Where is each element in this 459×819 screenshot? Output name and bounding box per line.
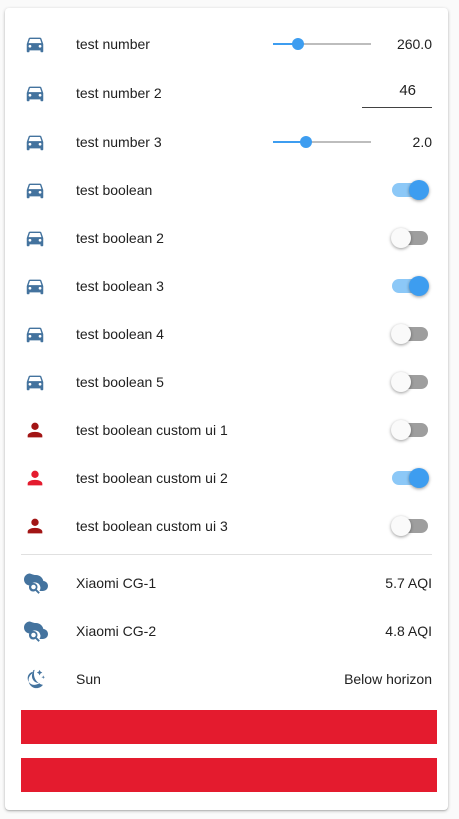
- entity-label: test boolean 3: [76, 278, 164, 294]
- toggle-switch[interactable]: [391, 420, 428, 440]
- entity-row-test-boolean[interactable]: test boolean: [21, 170, 432, 210]
- entity-row-test-number-2[interactable]: test number 2 46: [21, 73, 432, 113]
- entity-label: test boolean 5: [76, 374, 164, 390]
- entity-row-test-number-3[interactable]: test number 3 2.0: [21, 122, 432, 162]
- toggle-switch[interactable]: [391, 372, 428, 392]
- entity-label: test boolean 4: [76, 326, 164, 342]
- entity-row-test-boolean-2[interactable]: test boolean 2: [21, 218, 432, 258]
- slider-thumb[interactable]: [291, 38, 304, 50]
- moon-stars-icon: [21, 659, 61, 699]
- entity-row-sun[interactable]: Sun Below horizon: [21, 659, 432, 699]
- entity-label: test number 3: [76, 134, 162, 150]
- sensor-value: 5.7 AQI: [385, 575, 432, 591]
- car-icon: [21, 218, 61, 258]
- entity-label: test boolean custom ui 3: [76, 518, 228, 534]
- number-input[interactable]: 46: [362, 79, 432, 108]
- entity-row-test-boolean-5[interactable]: test boolean 5: [21, 362, 432, 402]
- entity-label: test boolean custom ui 2: [76, 470, 228, 486]
- toggle-switch[interactable]: [391, 324, 428, 344]
- entity-label: test number: [76, 36, 150, 52]
- toggle-switch[interactable]: [392, 468, 429, 488]
- car-icon: [21, 73, 61, 113]
- entities-card: test number 260.0 test number 2 46 test …: [5, 8, 448, 810]
- redacted-bar: [21, 758, 437, 792]
- number-slider[interactable]: [273, 34, 371, 54]
- entity-row-xiaomi-cg-2[interactable]: Xiaomi CG-2 4.8 AQI: [21, 611, 432, 651]
- redacted-bar: [21, 710, 437, 744]
- number-slider[interactable]: [273, 132, 371, 152]
- person-icon: [21, 410, 61, 450]
- entity-row-test-boolean-custom-ui-2[interactable]: test boolean custom ui 2: [21, 458, 432, 498]
- entity-row-xiaomi-cg-1[interactable]: Xiaomi CG-1 5.7 AQI: [21, 563, 432, 603]
- car-icon: [21, 314, 61, 354]
- entity-label: test boolean: [76, 182, 153, 198]
- cloud-search-icon: [21, 611, 61, 651]
- entity-label: test boolean 2: [76, 230, 164, 246]
- entity-row-test-boolean-4[interactable]: test boolean 4: [21, 314, 432, 354]
- car-icon: [21, 362, 61, 402]
- entity-label: Xiaomi CG-1: [76, 575, 157, 591]
- toggle-switch[interactable]: [392, 180, 429, 200]
- slider-thumb[interactable]: [300, 136, 313, 148]
- sensor-value: Below horizon: [344, 671, 432, 687]
- entity-label: Sun: [76, 671, 101, 687]
- slider-value: 260.0: [396, 36, 432, 52]
- car-icon: [21, 24, 61, 64]
- person-icon: [21, 458, 61, 498]
- car-icon: [21, 122, 61, 162]
- car-icon: [21, 266, 61, 306]
- toggle-switch[interactable]: [391, 516, 428, 536]
- sensor-value: 4.8 AQI: [385, 623, 432, 639]
- person-icon: [21, 506, 61, 546]
- entity-row-test-boolean-3[interactable]: test boolean 3: [21, 266, 432, 306]
- entity-label: Xiaomi CG-2: [76, 623, 157, 639]
- slider-value: 2.0: [412, 134, 432, 150]
- car-icon: [21, 170, 61, 210]
- entity-row-test-number[interactable]: test number 260.0: [21, 24, 432, 64]
- entity-row-test-boolean-custom-ui-3[interactable]: test boolean custom ui 3: [21, 506, 432, 546]
- divider: [21, 554, 432, 555]
- toggle-switch[interactable]: [391, 228, 428, 248]
- entity-row-test-boolean-custom-ui-1[interactable]: test boolean custom ui 1: [21, 410, 432, 450]
- toggle-switch[interactable]: [392, 276, 429, 296]
- cloud-search-icon: [21, 563, 61, 603]
- number-input-value[interactable]: 46: [399, 82, 416, 99]
- entity-label: test boolean custom ui 1: [76, 422, 228, 438]
- entity-label: test number 2: [76, 85, 162, 101]
